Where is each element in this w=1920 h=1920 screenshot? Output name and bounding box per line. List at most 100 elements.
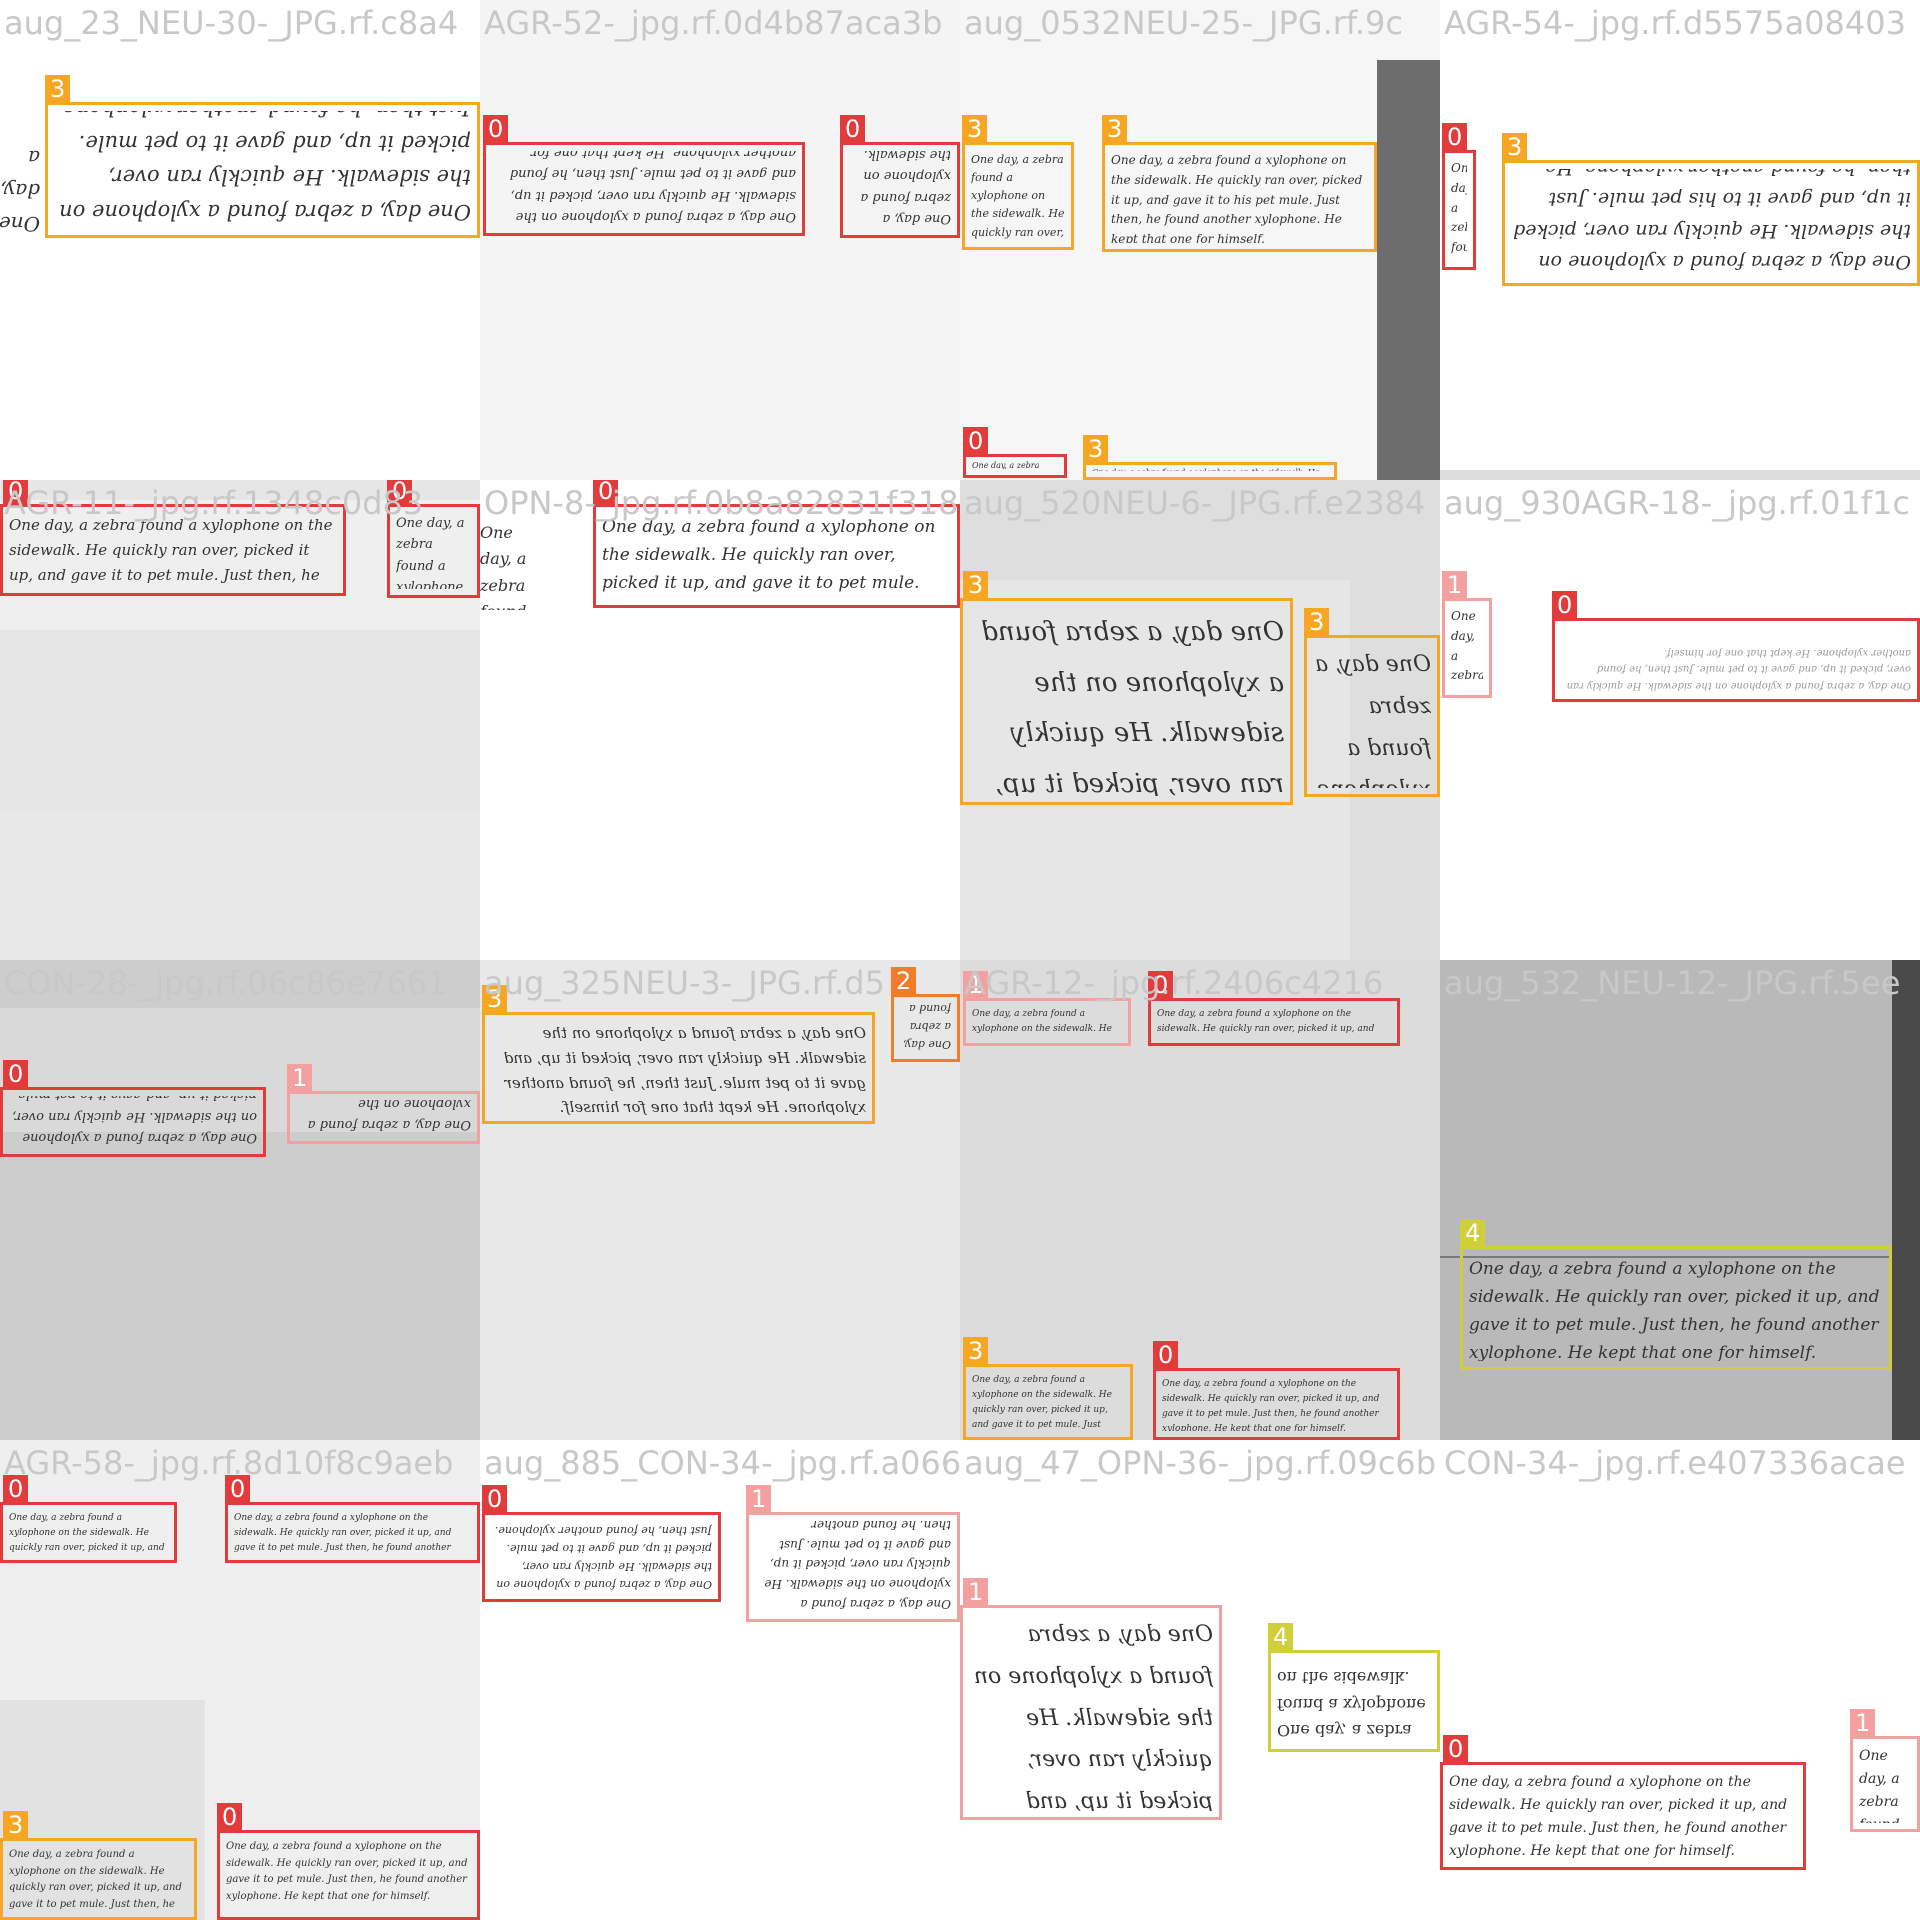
tile-3: 3 One day, a zebra found a xylophone on …: [960, 0, 1440, 480]
class-label: 1: [963, 971, 989, 999]
tile-filename: AGR-52-_jpg.rf.0d4b87aca3b: [484, 4, 943, 42]
detection-box: 4 One day, a zebra found a xylophone on …: [1268, 1623, 1440, 1752]
handwritten-text: One day, a zebra found a xylophone on th…: [57, 111, 471, 224]
tile-15: 1 One day, a zebra found a xylophone on …: [960, 1440, 1440, 1920]
tile-11: 1 One day, a zebra found a xylophone on …: [960, 960, 1440, 1440]
detection-box: 3 One day, a zebra found a xylophone on …: [45, 75, 480, 238]
tile-9: 0 One day, a zebra found a xylophone on …: [0, 960, 480, 1440]
detection-box: 3 One day, a zebra found a xylophone on …: [1102, 115, 1377, 252]
tile-1: 3 One day, a zebra found a xylophone on …: [0, 0, 480, 480]
tile-filename: aug_325NEU-3-_JPG.rf.d5: [484, 964, 885, 1002]
detection-box: 1 One day, a zebra found a xylophone on …: [1442, 571, 1492, 698]
handwritten-text: One day, a zebra found a xylophone on th…: [307, 1100, 471, 1132]
class-label: 3: [3, 1811, 29, 1839]
handwritten-text: One day, a zebra found a xylophone on th…: [1449, 1774, 1792, 1860]
handwritten-text: One day, a zebra found a xylophone on th…: [1092, 466, 1328, 471]
class-label: 0: [483, 115, 509, 143]
detection-box: 3 One day, a zebra found a xylophone on …: [962, 115, 1074, 250]
tile-16: 0 One day, a zebra found a xylophone on …: [1440, 1440, 1920, 1920]
handwritten-text: One day, a zebra found a xylophone on th…: [509, 151, 796, 224]
handwritten-text: One day, a zebra found a xylophone on th…: [973, 1622, 1213, 1811]
handwritten-text: One day, a zebra found a xylophone on th…: [981, 617, 1284, 796]
tile-7: 3 One day, a zebra found a xylophone on …: [960, 480, 1440, 960]
tile-filename: aug_520NEU-6-_JPG.rf.e2384: [964, 484, 1426, 522]
class-label: 3: [1102, 115, 1128, 143]
class-label: 1: [287, 1064, 313, 1092]
detection-box: 0 One day, a zebra found a xylophone on …: [1148, 971, 1400, 1046]
handwritten-text: One day, a zebra found a xylophone on th…: [226, 1841, 471, 1902]
detection-box: 0 One day, a zebra found a xylophone on …: [483, 115, 805, 236]
handwritten-text: One day, a zebra found a xylophone on th…: [972, 461, 1040, 469]
handwritten-text: One day, a zebra found a xylophone on th…: [1451, 609, 1483, 689]
detection-box: 1 One day, a zebra found a xylophone on …: [746, 1485, 960, 1622]
detection-box: 0 One day, a zebra found a xylophone on …: [1440, 1735, 1806, 1870]
class-label: 3: [962, 115, 988, 143]
tile-filename: aug_532_NEU-12-_JPG.rf.5ee: [1444, 964, 1901, 1002]
handwritten-text: One day, a zebra found a xylophone on th…: [396, 516, 465, 589]
class-label: 1: [746, 1485, 772, 1513]
handwritten-text: One day, a zebra found a xylophone on th…: [1314, 652, 1431, 788]
handwritten-text: One day, a zebra found a xylophone on th…: [1469, 1259, 1880, 1361]
class-label: 4: [1460, 1219, 1486, 1247]
class-label: 3: [1502, 133, 1528, 161]
tile-12: 4 One day, a zebra found a xylophone on …: [1440, 960, 1920, 1440]
detection-box: 0 One day, a zebra found a xylophone on …: [593, 480, 960, 608]
detection-box: 3 One day, a zebra found a xylophone on …: [1083, 435, 1337, 480]
handwritten-text: One day, a zebra found a xylophone on th…: [1111, 153, 1367, 243]
handwritten-text: One day, a zebra found a xylophone on th…: [1859, 1748, 1900, 1823]
tile-filename: aug_23_NEU-30-_JPG.rf.c8a4: [4, 4, 459, 42]
handwritten-text: One day, a zebra found a xylophone on th…: [860, 151, 951, 226]
detection-box: 0 One day, a zebra found a xylophone on …: [0, 1060, 266, 1157]
tile-4: 0 One day, a zebra found a xylophone on …: [1440, 0, 1920, 480]
handwritten-text: One day, a zebra found a xylophone on th…: [903, 1003, 951, 1051]
class-label: 0: [1148, 971, 1174, 999]
handwritten-text: One day, a zebra found a xylophone on th…: [602, 517, 936, 594]
class-label: 0: [217, 1803, 243, 1831]
handwritten-text: One day, a zebra found a xylophone on th…: [499, 1024, 866, 1115]
handwritten-text: One day, a zebra found a xylophone on th…: [972, 1375, 1112, 1430]
tile-filename: AGR-54-_jpg.rf.d5575a08403: [1444, 4, 1906, 42]
class-label: 0: [593, 480, 619, 505]
handwritten-text: One day, a zebra found a xylophone on th…: [0, 146, 40, 236]
augmented-batch-mosaic: 3 One day, a zebra found a xylophone on …: [0, 0, 1920, 1920]
detection-box: 0 One day, a zebra found a xylophone on …: [0, 1475, 177, 1563]
handwritten-text: One day, a zebra found a xylophone on th…: [494, 1523, 712, 1591]
class-label: 0: [3, 1060, 29, 1088]
class-label: 3: [45, 75, 71, 103]
detection-box: 2 One day, a zebra found a xylophone on …: [891, 967, 960, 1062]
class-label: 3: [1083, 435, 1109, 463]
tile-14: 0 One day, a zebra found a xylophone on …: [480, 1440, 960, 1920]
class-label: 0: [1153, 1341, 1179, 1369]
handwritten-text: One day, a zebra found a xylophone on th…: [1451, 161, 1467, 261]
detection-box: 1 One day, a zebra found a xylophone on …: [963, 971, 1131, 1046]
detection-box: 0 One day, a zebra found a xylophone on …: [217, 1803, 480, 1920]
tile-8: 1 One day, a zebra found a xylophone on …: [1440, 480, 1920, 960]
class-label: 1: [1442, 571, 1468, 599]
detection-box: 1 One day, a zebra found a xylophone on …: [287, 1064, 480, 1144]
detection-box: 1 One day, a zebra found a xylophone on …: [960, 1578, 1222, 1820]
class-label: 3: [482, 985, 508, 1013]
detection-box: 0 One day, a zebra found a xylophone on …: [963, 427, 1067, 478]
class-label: 1: [963, 1578, 989, 1606]
class-label: 0: [1442, 123, 1468, 151]
handwritten-text: One day, a zebra found a xylophone on th…: [1513, 169, 1911, 273]
detection-box: 4 One day, a zebra found a xylophone on …: [1460, 1219, 1892, 1370]
handwritten-text: One day, a zebra found a xylophone on th…: [1563, 647, 1911, 691]
detection-box: 0 One day, a zebra found a xylophone on …: [1442, 123, 1476, 270]
class-label: 3: [963, 1337, 989, 1365]
handwritten-text: One day, a zebra found a xylophone on th…: [764, 1521, 951, 1611]
class-label: 3: [963, 571, 989, 599]
handwritten-text: One day, a zebra found a xylophone on th…: [9, 516, 333, 584]
class-label: 0: [387, 480, 413, 505]
class-label: 2: [891, 967, 917, 995]
tile-13: 0 One day, a zebra found a xylophone on …: [0, 1440, 480, 1920]
detection-box: 0 One day, a zebra found a xylophone on …: [840, 115, 960, 238]
class-label: 0: [840, 115, 866, 143]
detection-box: 3 One day, a zebra found a xylophone on …: [960, 571, 1293, 805]
handwritten-text: One day, a zebra found a xylophone on th…: [9, 1849, 182, 1910]
class-label: 4: [1268, 1623, 1294, 1651]
class-label: 0: [963, 427, 989, 455]
handwritten-text: One day, a zebra found a xylophone on th…: [1162, 1379, 1383, 1431]
tile-filename: CON-28-_jpg.rf.06c86e7661: [4, 964, 448, 1002]
handwritten-text: One day, a zebra found a xylophone on th…: [971, 153, 1065, 239]
